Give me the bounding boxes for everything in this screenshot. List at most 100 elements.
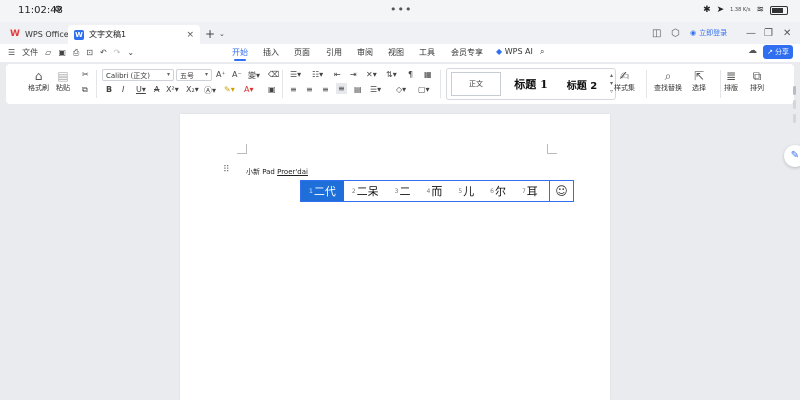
undo-icon[interactable]: ↶ <box>100 48 107 57</box>
paste-button[interactable]: ▤ 粘贴 <box>56 69 70 93</box>
ime-candidate-1[interactable]: 1 二代 <box>301 181 344 201</box>
align-left-icon[interactable]: ≡ <box>290 85 297 94</box>
pen-float-icon[interactable]: ✎ <box>784 145 800 167</box>
chinese-layout-icon[interactable]: ✕▾ <box>366 70 377 79</box>
shading-icon[interactable]: ◇▾ <box>396 85 406 94</box>
new-tab-plus-icon[interactable]: + <box>205 27 215 41</box>
restore-icon[interactable]: ❐ <box>764 28 773 39</box>
bold-icon[interactable]: B <box>106 85 112 94</box>
minimize-icon[interactable]: — <box>746 28 756 39</box>
ime-candidate-7[interactable]: 7耳 <box>514 181 546 201</box>
tab-references[interactable]: 引用 <box>326 47 342 58</box>
paragraph-drag-handle-icon[interactable]: ⠿ <box>223 166 230 175</box>
find-replace-button[interactable]: ⌕ 查找替换 <box>654 69 682 93</box>
layout-button[interactable]: ≣ 排版 <box>724 69 738 93</box>
save-icon[interactable]: ▣ <box>58 48 66 57</box>
ime-candidate-3[interactable]: 3二 <box>387 181 419 201</box>
underline-icon[interactable]: U▾ <box>136 85 146 94</box>
app-tab-wps-office[interactable]: W WPS Office <box>4 25 75 43</box>
ai-icon: ◆ <box>496 47 503 56</box>
strikethrough-icon[interactable]: A <box>154 85 159 94</box>
login-button[interactable]: ◉ 立即登录 <box>690 28 727 38</box>
network-speed: 1.38 K/s <box>730 6 751 13</box>
cube-icon[interactable]: ⬡ <box>671 28 680 39</box>
close-window-icon[interactable]: ✕ <box>783 28 791 39</box>
table-border-icon[interactable]: ▦ <box>424 70 432 79</box>
candidate-text: 二代 <box>313 185 336 198</box>
style-heading-1[interactable]: 标题 1 <box>507 72 555 96</box>
text-effect-icon[interactable]: Ⓐ▾ <box>204 85 216 96</box>
decrease-indent-icon[interactable]: ⇤ <box>334 70 341 79</box>
share-button[interactable]: ↗ 分享 <box>763 45 793 59</box>
preview-icon[interactable]: ⊡ <box>86 48 93 57</box>
emoji-icon[interactable]: ☺ <box>549 181 573 201</box>
tab-tools[interactable]: 工具 <box>419 47 435 58</box>
margin-corner-mark <box>547 144 557 154</box>
borders-icon[interactable]: ▢▾ <box>418 85 430 94</box>
font-size-select[interactable]: 五号 ▾ <box>176 69 212 81</box>
highlight-icon[interactable]: ✎▾ <box>224 85 235 94</box>
ime-candidate-2[interactable]: 2 二呆 <box>344 181 387 201</box>
show-marks-icon[interactable]: ¶ <box>408 70 413 79</box>
superscript-icon[interactable]: X²▾ <box>166 85 179 94</box>
arrange-button[interactable]: ⧉ 排列 <box>750 69 764 93</box>
multitask-dots-icon[interactable]: ••• <box>390 3 412 16</box>
copy-icon[interactable]: ⧉ <box>82 85 88 95</box>
tab-insert[interactable]: 插入 <box>263 47 279 58</box>
wps-ai-button[interactable]: ◆ WPS AI <box>496 47 533 56</box>
cut-icon[interactable]: ✂ <box>82 70 89 79</box>
menu-icon[interactable]: ☰ <box>8 48 15 57</box>
style-set-button[interactable]: ✍ 样式集 <box>614 69 635 93</box>
gallery-scroll-icons[interactable]: ▴ ▾ ▿ <box>610 72 613 96</box>
candidate-number: 5 <box>458 187 463 195</box>
document-page[interactable] <box>180 114 610 400</box>
tab-member[interactable]: 会员专享 <box>451 47 483 58</box>
bullet-list-icon[interactable]: ☰▾ <box>290 70 301 79</box>
folder-icon[interactable]: ▱ <box>45 48 51 57</box>
sort-icon[interactable]: ⇅▾ <box>386 70 397 79</box>
ime-candidate-5[interactable]: 5儿 <box>450 181 482 201</box>
align-right-icon[interactable]: ≡ <box>322 85 329 94</box>
justify-icon[interactable]: ≡ <box>336 83 347 94</box>
ime-candidate-4[interactable]: 4而 <box>418 181 450 201</box>
decrease-font-icon[interactable]: A⁻ <box>232 70 242 79</box>
style-set-icon: ✍ <box>619 69 630 83</box>
tab-page[interactable]: 页面 <box>294 47 310 58</box>
chevron-down-icon[interactable]: ⌄ <box>219 30 225 38</box>
style-heading-2[interactable]: 标题 2 <box>559 72 605 96</box>
tab-view[interactable]: 视图 <box>388 47 404 58</box>
document-tab[interactable]: W 文字文稿1 × <box>68 25 200 44</box>
ime-candidate-6[interactable]: 6尔 <box>482 181 514 201</box>
share-icon: ↗ <box>767 48 773 56</box>
format-painter-button[interactable]: ⌂ 格式刷 <box>28 69 49 93</box>
redo-icon[interactable]: ↷ <box>114 48 121 57</box>
text-box-icon[interactable]: ▣ <box>268 85 276 94</box>
close-tab-icon[interactable]: × <box>186 30 194 40</box>
font-color-icon[interactable]: A▾ <box>244 85 254 94</box>
line-spacing-icon[interactable]: ☰▾ <box>370 85 381 94</box>
increase-indent-icon[interactable]: ⇥ <box>350 70 357 79</box>
print-icon[interactable]: ⎙ <box>73 48 79 58</box>
candidate-number: 4 <box>426 187 431 195</box>
window-toggle-icon[interactable]: ◫ <box>652 28 661 39</box>
clear-format-icon[interactable]: ⌫ <box>268 70 279 79</box>
subscript-icon[interactable]: X₂▾ <box>186 85 199 94</box>
select-button[interactable]: ⇱ 选择 <box>692 69 706 93</box>
increase-font-icon[interactable]: A⁺ <box>216 70 226 79</box>
ribbon-scrollbar[interactable] <box>793 86 796 136</box>
search-icon[interactable]: ⌕ <box>540 47 544 57</box>
tab-home[interactable]: 开始 <box>232 47 248 58</box>
file-menu[interactable]: 文件 <box>22 47 38 58</box>
align-center-icon[interactable]: ≡ <box>306 85 313 94</box>
font-name-select[interactable]: Calibri (正文) ▾ <box>102 69 174 81</box>
chevron-down-icon[interactable]: ⌄ <box>127 48 134 57</box>
document-body-text[interactable]: 小新 Pad Proer'dai <box>246 167 308 177</box>
distributed-icon[interactable]: ▤ <box>354 85 362 94</box>
candidate-text: 而 <box>431 185 443 198</box>
cloud-icon[interactable]: ☁ <box>748 46 757 56</box>
style-normal[interactable]: 正文 <box>451 72 501 96</box>
tab-review[interactable]: 审阅 <box>357 47 373 58</box>
numbered-list-icon[interactable]: ☷▾ <box>312 70 323 79</box>
phonetic-icon[interactable]: 變▾ <box>248 70 260 81</box>
italic-icon[interactable]: I <box>122 85 124 94</box>
